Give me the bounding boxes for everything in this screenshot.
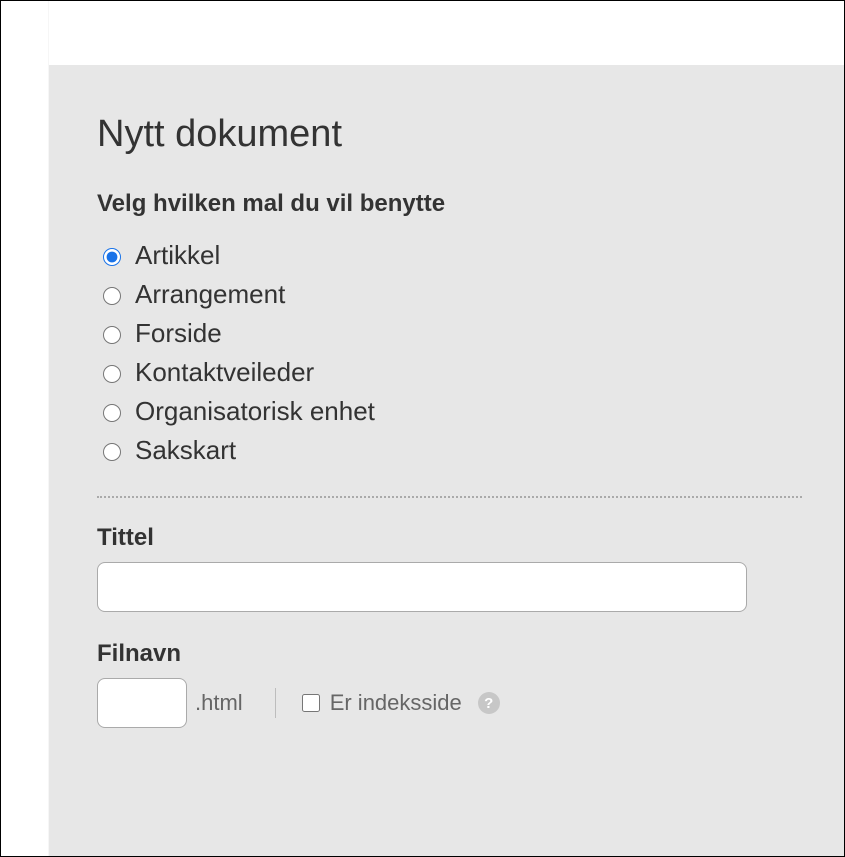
template-option-artikkel[interactable]: Artikkel bbox=[103, 240, 802, 271]
filename-input[interactable] bbox=[97, 678, 187, 728]
title-input[interactable] bbox=[97, 562, 747, 612]
main-panel: Nytt dokument Velg hvilken mal du vil be… bbox=[49, 65, 844, 856]
radio-label-sakskart[interactable]: Sakskart bbox=[135, 435, 236, 466]
radio-label-arrangement[interactable]: Arrangement bbox=[135, 279, 285, 310]
filename-extension: .html bbox=[195, 690, 243, 716]
radio-label-forside[interactable]: Forside bbox=[135, 318, 222, 349]
template-section-label: Velg hvilken mal du vil benytte bbox=[97, 190, 802, 218]
window: Nytt dokument Velg hvilken mal du vil be… bbox=[0, 0, 845, 857]
page-title: Nytt dokument bbox=[97, 113, 802, 156]
radio-label-organisatorisk-enhet[interactable]: Organisatorisk enhet bbox=[135, 396, 375, 427]
filename-field-block: Filnavn .html Er indeksside ? bbox=[97, 640, 802, 728]
radio-arrangement[interactable] bbox=[103, 287, 121, 305]
index-checkbox-label[interactable]: Er indeksside bbox=[330, 690, 462, 716]
help-icon[interactable]: ? bbox=[478, 692, 500, 714]
vertical-divider bbox=[275, 688, 276, 718]
filename-field-label: Filnavn bbox=[97, 640, 802, 668]
radio-label-artikkel[interactable]: Artikkel bbox=[135, 240, 220, 271]
template-option-forside[interactable]: Forside bbox=[103, 318, 802, 349]
radio-organisatorisk-enhet[interactable] bbox=[103, 404, 121, 422]
divider bbox=[97, 496, 802, 498]
left-gutter bbox=[1, 1, 49, 856]
index-checkbox[interactable] bbox=[302, 694, 320, 712]
title-field-block: Tittel bbox=[97, 524, 802, 612]
filename-row: .html Er indeksside ? bbox=[97, 678, 802, 728]
radio-artikkel[interactable] bbox=[103, 248, 121, 266]
top-bar bbox=[49, 1, 844, 65]
template-option-sakskart[interactable]: Sakskart bbox=[103, 435, 802, 466]
template-option-kontaktveileder[interactable]: Kontaktveileder bbox=[103, 357, 802, 388]
radio-label-kontaktveileder[interactable]: Kontaktveileder bbox=[135, 357, 314, 388]
template-radio-group: Artikkel Arrangement Forside Kontaktveil… bbox=[103, 240, 802, 466]
title-field-label: Tittel bbox=[97, 524, 802, 552]
radio-forside[interactable] bbox=[103, 326, 121, 344]
radio-kontaktveileder[interactable] bbox=[103, 365, 121, 383]
index-checkbox-wrap[interactable]: Er indeksside ? bbox=[302, 690, 500, 716]
template-option-organisatorisk-enhet[interactable]: Organisatorisk enhet bbox=[103, 396, 802, 427]
radio-sakskart[interactable] bbox=[103, 443, 121, 461]
template-option-arrangement[interactable]: Arrangement bbox=[103, 279, 802, 310]
